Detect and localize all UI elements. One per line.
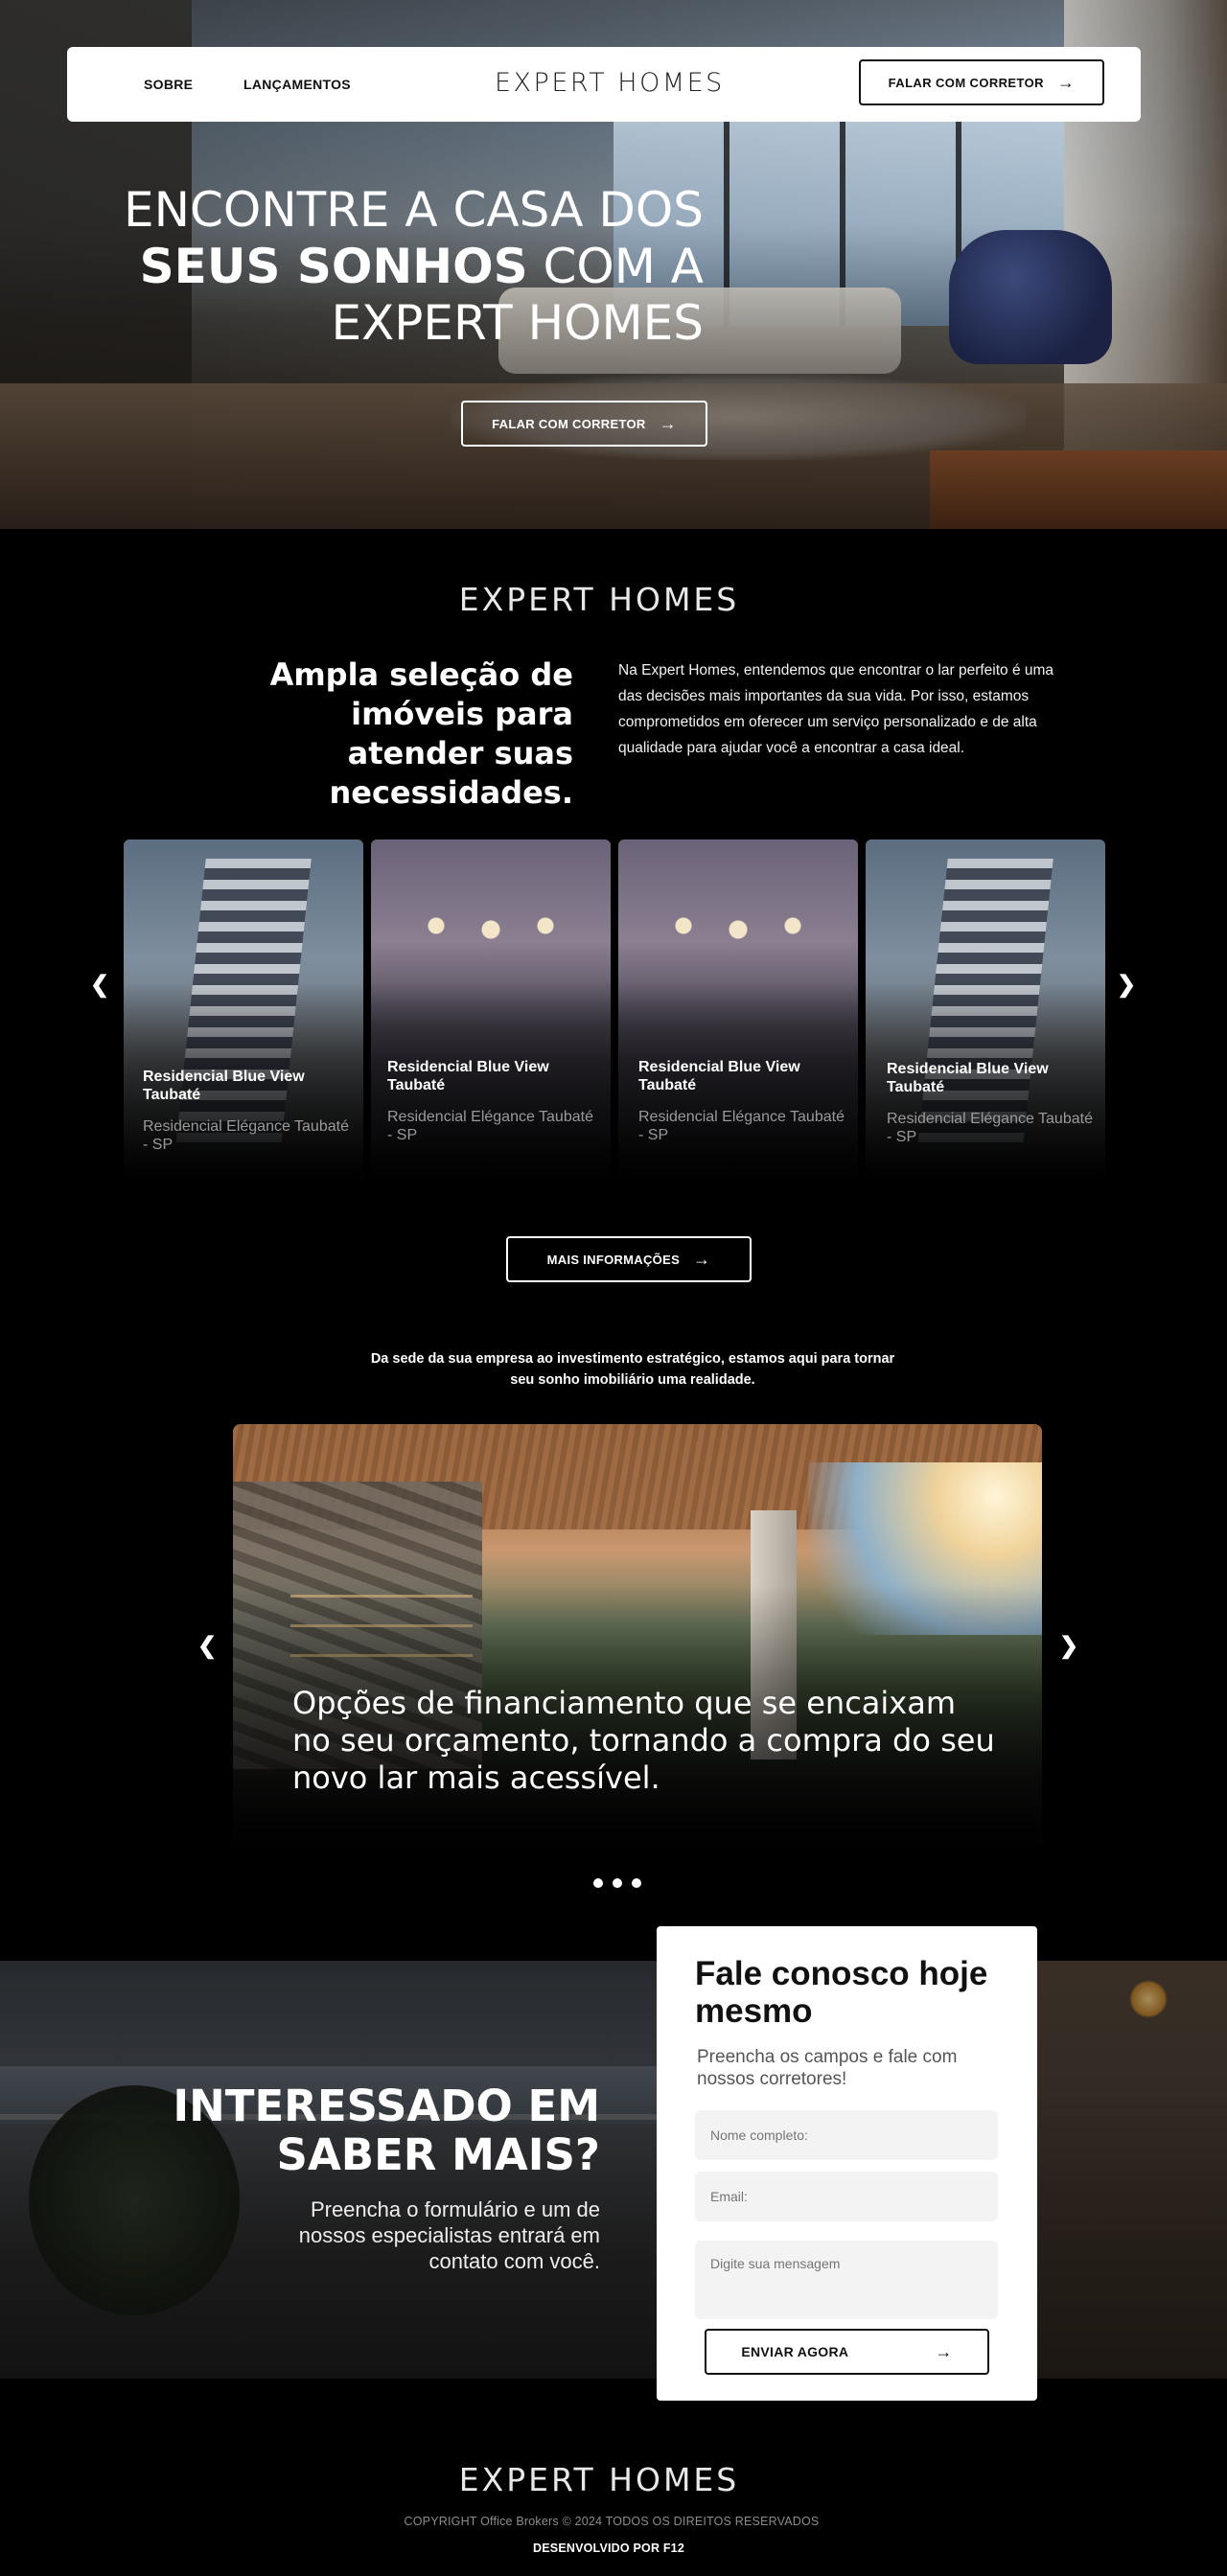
contact-subtext: Preencha o formulário e um de nossos esp… [298, 2197, 600, 2273]
hero-title-line3: EXPERT HOMES [331, 295, 704, 351]
developer-credit[interactable]: DESENVOLVIDO POR F12 [0, 2542, 1217, 2555]
form-subtitle: Preencha os campos e fale com nossos cor… [697, 2047, 958, 2089]
property-card-subtitle: Residencial Elégance Taubaté - SP [143, 1118, 349, 1153]
property-card[interactable]: Residencial Blue View Taubaté Residencia… [618, 840, 858, 1179]
property-card-subtitle: Residencial Elégance Taubaté - SP [387, 1109, 593, 1143]
about-text: Na Expert Homes, entendemos que encontra… [618, 662, 1054, 756]
property-card-title: Residencial Blue View Taubaté [638, 1059, 800, 1093]
tagline-text: Da sede da sua empresa ao investimento e… [370, 1351, 895, 1388]
name-field[interactable] [695, 2110, 998, 2160]
arrow-right-icon: → [693, 1250, 711, 1269]
property-card[interactable]: Residencial Blue View Taubaté Residencia… [124, 840, 363, 1179]
arrow-right-icon: → [1056, 73, 1076, 92]
header-cta-button[interactable]: FALAR COM CORRETOR → [859, 59, 1104, 105]
chevron-right-icon[interactable]: ❯ [1117, 974, 1136, 997]
arrow-right-icon: → [659, 414, 677, 433]
slider-dot[interactable] [613, 1878, 622, 1888]
footer-brand-logo[interactable]: EXPERT HOMES [0, 2461, 1198, 2498]
slider-dot[interactable] [632, 1878, 641, 1888]
about-heading-bold: atender suas necessidades. [329, 735, 573, 811]
brand-logo[interactable]: EXPERT HOMES [495, 68, 725, 98]
property-image-interior [647, 907, 829, 945]
hero-cta-label: FALAR COM CORRETOR [492, 416, 646, 431]
property-card-subtitle: Residencial Elégance Taubaté - SP [638, 1109, 845, 1143]
about-heading: Ampla seleção de imóveis para atender su… [220, 656, 573, 813]
hero-title: ENCONTRE A CASA DOS SEUS SONHOS COM A EX… [96, 182, 704, 352]
slider-pagination [593, 1878, 641, 1888]
more-info-label: MAIS INFORMAÇÕES [546, 1252, 681, 1267]
hero-title-line1: ENCONTRE A CASA DOS [123, 182, 704, 238]
top-navbar: SOBRE LANÇAMENTOS EXPERT HOMES FALAR COM… [67, 47, 1141, 122]
contact-form: Fale conosco hoje mesmo Preencha os camp… [657, 1926, 1037, 2401]
more-info-button[interactable]: MAIS INFORMAÇÕES → [506, 1236, 752, 1282]
property-card-title: Residencial Blue View Taubaté [387, 1059, 549, 1093]
about-brand-logo: EXPERT HOMES [458, 581, 740, 618]
hero-armchair [949, 230, 1112, 364]
property-card-title: Residencial Blue View Taubaté [887, 1061, 1049, 1095]
property-card[interactable]: Residencial Blue View Taubaté Residencia… [371, 840, 611, 1179]
hero-title-bold: SEUS SONHOS [139, 239, 528, 294]
contact-heading: INTERESSADO EM SABER MAIS? [173, 2081, 600, 2180]
copyright-text: COPYRIGHT Office Brokers © 2024 TODOS OS… [404, 2515, 820, 2528]
submit-button[interactable]: ENVIAR AGORA → [705, 2329, 989, 2375]
hero-cta-button[interactable]: FALAR COM CORRETOR → [461, 401, 707, 447]
hero-section: SOBRE LANÇAMENTOS EXPERT HOMES FALAR COM… [0, 0, 1227, 529]
property-card[interactable]: Residencial Blue View Taubaté Residencia… [866, 840, 1105, 1179]
form-title: Fale conosco hoje mesmo [695, 1955, 988, 2030]
about-heading-light: Ampla seleção de imóveis para [269, 656, 573, 732]
chevron-left-icon[interactable]: ❮ [90, 974, 109, 997]
property-card-title: Residencial Blue View Taubaté [143, 1069, 305, 1103]
nav-link-sobre[interactable]: SOBRE [144, 77, 193, 92]
arrow-right-icon: → [935, 2342, 953, 2361]
hero-wooden-table [930, 450, 1227, 529]
slider-dot[interactable] [593, 1878, 603, 1888]
submit-label: ENVIAR AGORA [741, 2344, 849, 2359]
header-cta-label: FALAR COM CORRETOR [888, 75, 1044, 90]
message-field[interactable] [695, 2241, 998, 2319]
slide-caption: Opções de financiamento que se encaixam … [292, 1685, 995, 1796]
financing-slide: Opções de financiamento que se encaixam … [233, 1424, 1042, 1846]
email-field[interactable] [695, 2172, 998, 2221]
chevron-left-icon[interactable]: ❮ [197, 1635, 217, 1658]
hero-title-line2: COM A [527, 239, 704, 294]
chevron-right-icon[interactable]: ❯ [1059, 1635, 1078, 1658]
property-card-subtitle: Residencial Elégance Taubaté - SP [887, 1111, 1093, 1145]
nav-link-lancamentos[interactable]: LANÇAMENTOS [243, 77, 351, 92]
property-image-interior [400, 907, 582, 945]
